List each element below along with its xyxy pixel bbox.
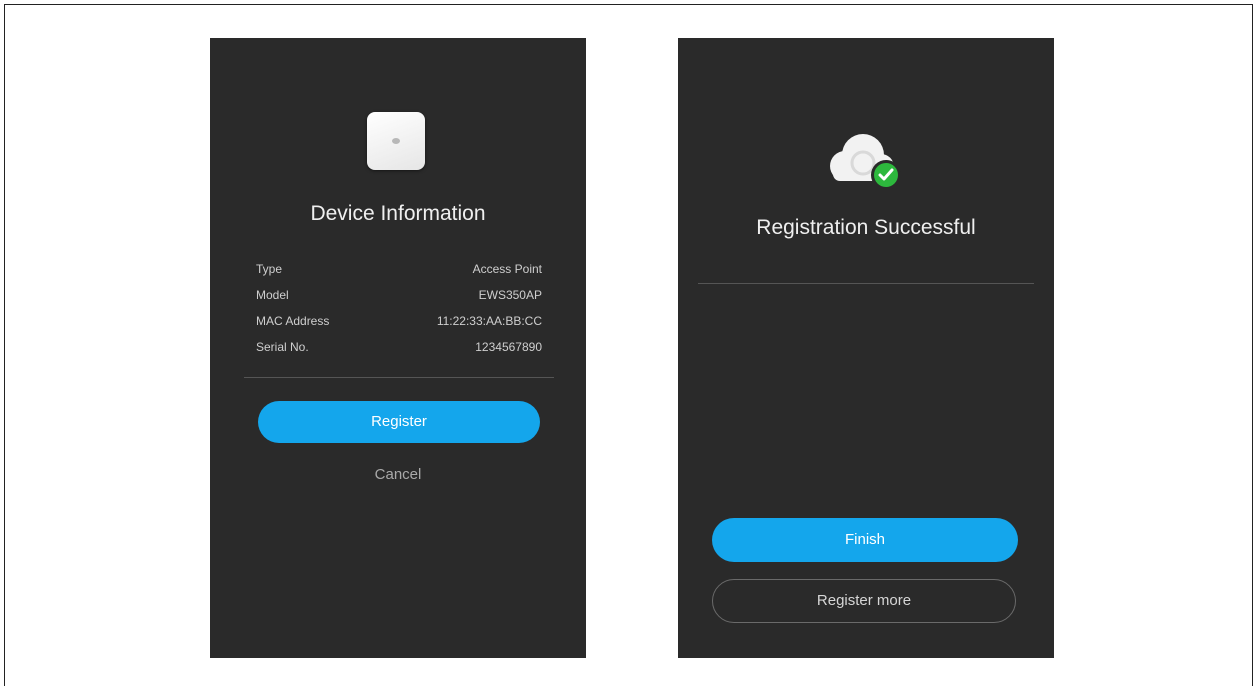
cloud-check-icon <box>830 134 901 190</box>
info-label: Serial No. <box>256 340 309 354</box>
check-icon <box>871 160 901 190</box>
info-value: 11:22:33:AA:BB:CC <box>436 314 542 328</box>
device-information-screen: Device Information Type Access Point Mod… <box>210 38 586 658</box>
register-more-button[interactable]: Register more <box>712 579 1016 623</box>
finish-button[interactable]: Finish <box>712 518 1018 562</box>
info-value: Access Point <box>472 262 542 276</box>
cancel-button[interactable]: Cancel <box>210 466 586 483</box>
info-row-serial-no: Serial No. 1234567890 <box>256 340 542 366</box>
figure-frame <box>4 4 1253 686</box>
info-label: Model <box>256 288 289 302</box>
info-row-mac-address: MAC Address 11:22:33:AA:BB:CC <box>256 314 542 340</box>
registration-successful-title: Registration Successful <box>756 216 976 239</box>
register-button[interactable]: Register <box>258 401 540 443</box>
device-information-title: Device Information <box>310 202 486 225</box>
info-label: MAC Address <box>256 314 330 328</box>
divider <box>244 377 554 378</box>
divider <box>698 283 1034 284</box>
registration-successful-screen: Registration Successful Finish Register … <box>678 38 1054 658</box>
info-value: EWS350AP <box>478 288 542 302</box>
info-row-model: Model EWS350AP <box>256 288 542 314</box>
info-row-type: Type Access Point <box>256 262 542 288</box>
device-logo-dot <box>392 138 400 144</box>
info-label: Type <box>256 262 283 276</box>
info-value: 1234567890 <box>475 340 542 354</box>
access-point-device-icon <box>367 112 425 170</box>
device-info-table: Type Access Point Model EWS350AP MAC Add… <box>256 262 542 366</box>
